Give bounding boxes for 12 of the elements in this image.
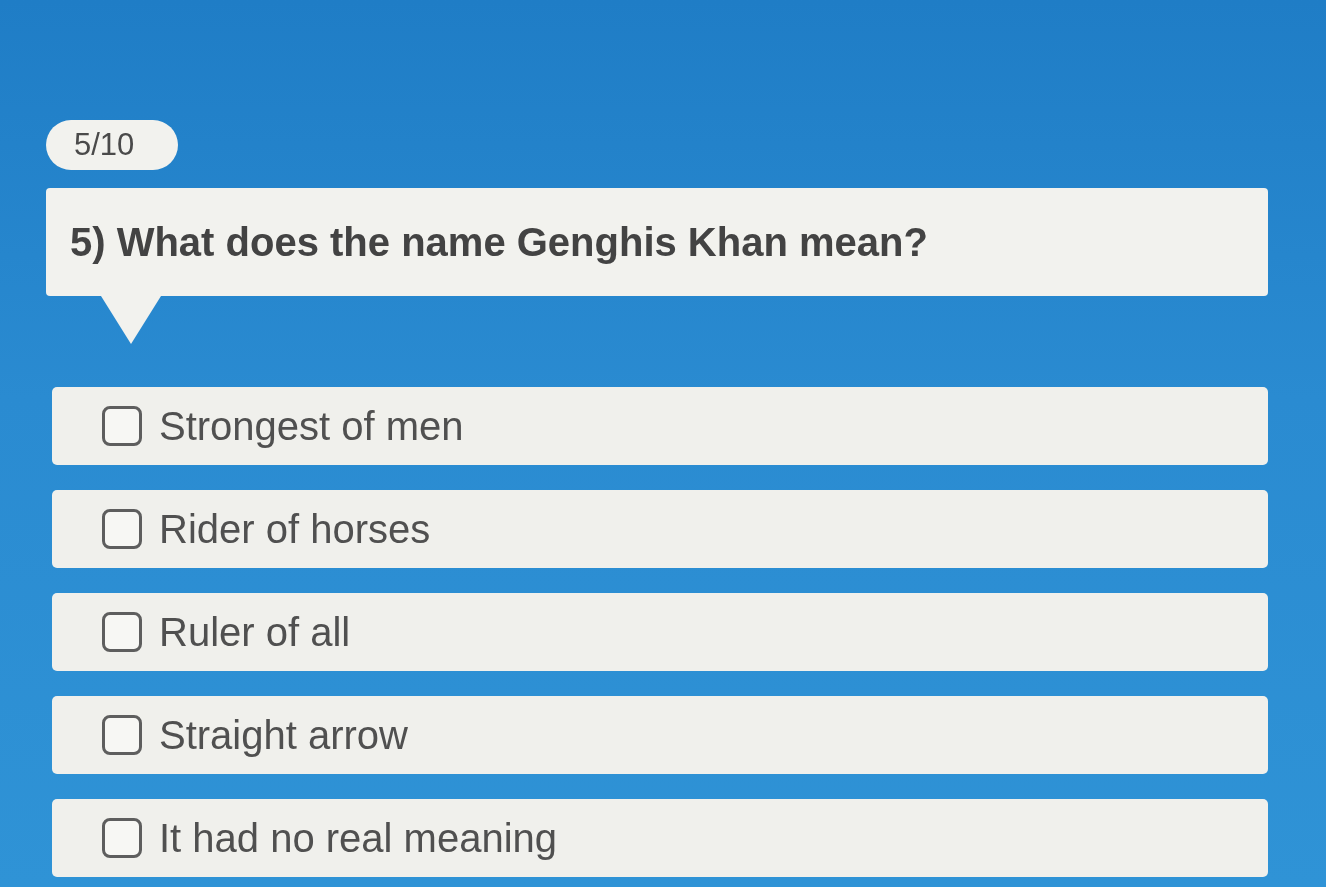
checkbox[interactable] <box>102 715 142 755</box>
question-text: 5) What does the name Genghis Khan mean? <box>70 219 928 265</box>
answer-option[interactable]: Ruler of all <box>52 593 1268 671</box>
checkbox[interactable] <box>102 406 142 446</box>
answer-option[interactable]: Strongest of men <box>52 387 1268 465</box>
checkbox[interactable] <box>102 612 142 652</box>
answer-option[interactable]: Rider of horses <box>52 490 1268 568</box>
checkbox[interactable] <box>102 509 142 549</box>
progress-badge: 5/10 <box>46 120 179 170</box>
answer-option[interactable]: It had no real meaning <box>52 799 1268 877</box>
checkbox[interactable] <box>102 818 142 858</box>
answer-option[interactable]: Straight arrow <box>52 696 1268 774</box>
